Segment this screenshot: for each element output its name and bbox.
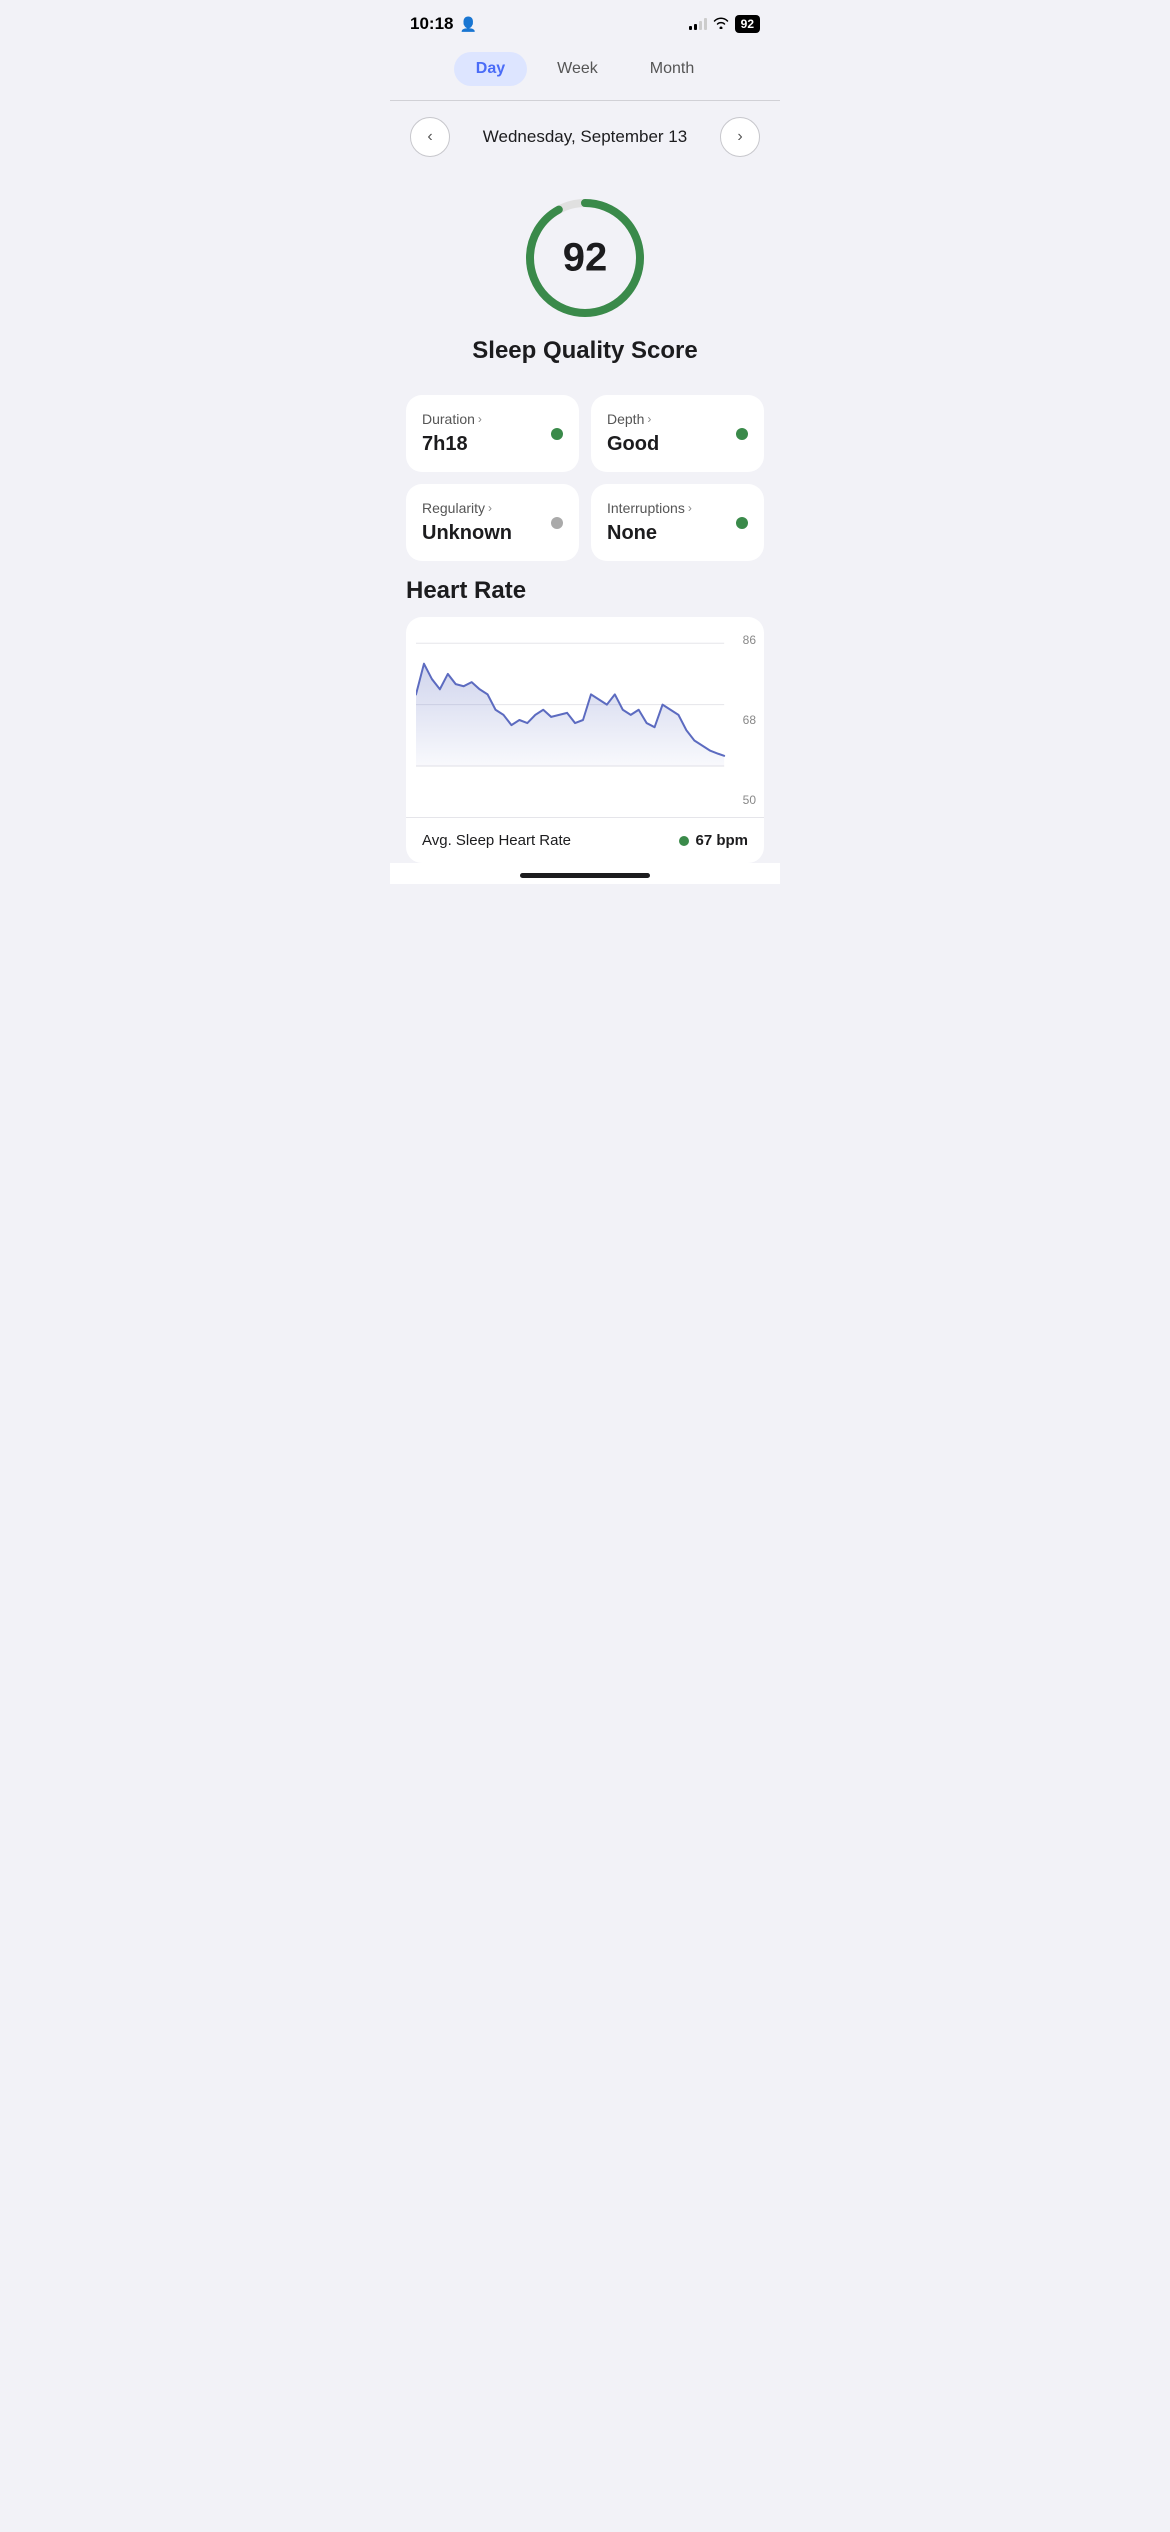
home-indicator: [390, 863, 780, 884]
heart-rate-title: Heart Rate: [406, 577, 764, 605]
depth-label: Depth ›: [607, 411, 748, 427]
duration-status-dot: [551, 428, 563, 440]
chevron-right-icon: ›: [737, 128, 742, 146]
metric-regularity[interactable]: Regularity › Unknown: [406, 484, 579, 561]
current-date: Wednesday, September 13: [483, 127, 687, 147]
regularity-label: Regularity ›: [422, 500, 563, 516]
heart-rate-chart-card: 86 68 50 Avg. Sleep Heart Rate 67 bpm: [406, 617, 764, 863]
metrics-grid: Duration › 7h18 Depth › Good Regularity …: [406, 395, 764, 561]
score-section: 92 Sleep Quality Score: [406, 173, 764, 395]
interruptions-label: Interruptions ›: [607, 500, 748, 516]
avg-sleep-heart-rate-value: 67 bpm: [679, 832, 748, 849]
chevron-icon: ›: [478, 412, 482, 426]
tab-day[interactable]: Day: [454, 52, 527, 86]
person-icon: 👤: [459, 16, 476, 33]
wifi-icon: [713, 17, 729, 32]
tab-bar: Day Week Month: [390, 42, 780, 100]
avg-dot-icon: [679, 836, 689, 846]
duration-value: 7h18: [422, 433, 563, 456]
interruptions-value: None: [607, 522, 748, 545]
duration-label: Duration ›: [422, 411, 563, 427]
metric-duration[interactable]: Duration › 7h18: [406, 395, 579, 472]
tab-month[interactable]: Month: [628, 52, 716, 86]
metric-depth[interactable]: Depth › Good: [591, 395, 764, 472]
regularity-status-dot: [551, 517, 563, 529]
interruptions-status-dot: [736, 517, 748, 529]
depth-value: Good: [607, 433, 748, 456]
chart-svg: [416, 633, 754, 807]
date-navigation: ‹ Wednesday, September 13 ›: [390, 101, 780, 173]
score-title: Sleep Quality Score: [472, 337, 697, 365]
depth-status-dot: [736, 428, 748, 440]
main-content: 92 Sleep Quality Score Duration › 7h18 D…: [390, 173, 780, 863]
score-circle: 92: [520, 193, 650, 323]
prev-date-button[interactable]: ‹: [410, 117, 450, 157]
home-bar: [520, 873, 650, 878]
chart-footer: Avg. Sleep Heart Rate 67 bpm: [406, 817, 764, 863]
avg-bpm: 67 bpm: [695, 832, 748, 849]
chevron-icon: ›: [688, 501, 692, 515]
tab-week[interactable]: Week: [535, 52, 620, 86]
heart-rate-chart: 86 68 50: [406, 617, 764, 817]
status-time: 10:18 👤: [410, 14, 477, 34]
signal-icon: [689, 18, 707, 30]
chart-label-high: 86: [743, 633, 756, 647]
regularity-value: Unknown: [422, 522, 563, 545]
metric-interruptions[interactable]: Interruptions › None: [591, 484, 764, 561]
chart-label-mid: 68: [743, 713, 756, 727]
chevron-left-icon: ‹: [427, 128, 432, 146]
status-right: 92: [689, 15, 760, 33]
clock: 10:18: [410, 14, 453, 34]
next-date-button[interactable]: ›: [720, 117, 760, 157]
score-value: 92: [563, 236, 608, 281]
status-bar: 10:18 👤 92: [390, 0, 780, 42]
chart-y-labels: 86 68 50: [743, 617, 756, 817]
chevron-icon: ›: [488, 501, 492, 515]
avg-sleep-heart-rate-label: Avg. Sleep Heart Rate: [422, 832, 571, 849]
chevron-icon: ›: [647, 412, 651, 426]
chart-label-low: 50: [743, 793, 756, 807]
battery-indicator: 92: [735, 15, 760, 33]
